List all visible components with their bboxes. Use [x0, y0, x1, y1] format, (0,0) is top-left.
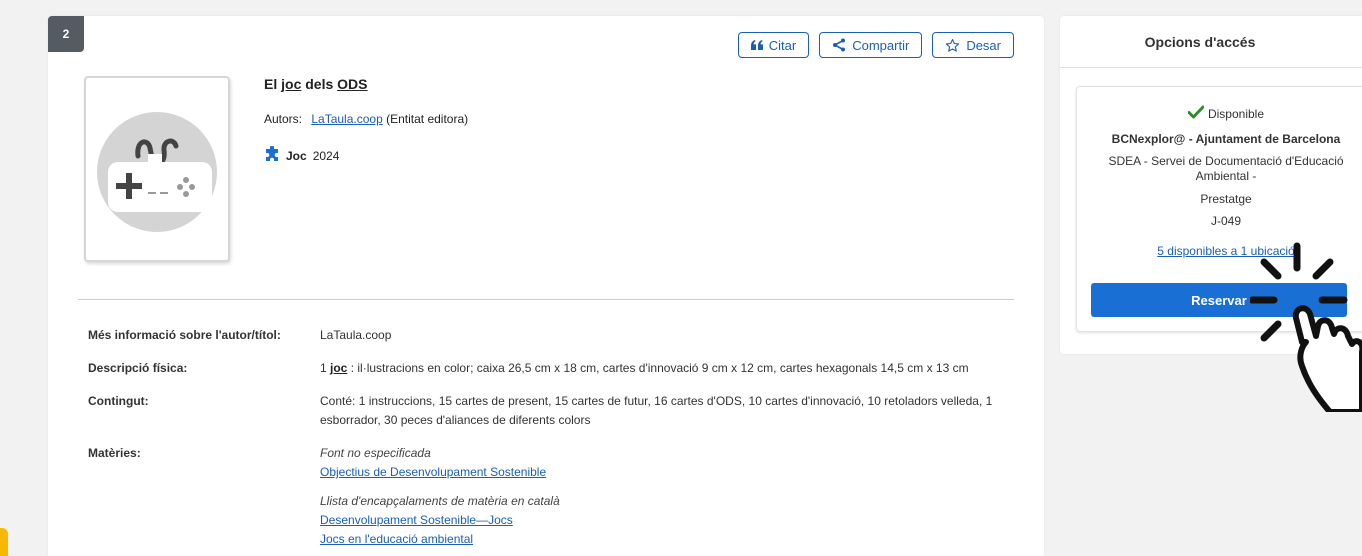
- availability-label: Disponible: [1207, 106, 1265, 121]
- subject-link[interactable]: Objectius de Desenvolupament Sostenible: [320, 463, 1018, 482]
- detail-row-contents: Contingut: Conté: 1 instruccions, 15 car…: [88, 392, 1018, 430]
- detail-value: LaTaula.coop: [320, 328, 392, 342]
- details-table: Més informació sobre l'autor/títol: LaTa…: [88, 326, 1018, 556]
- game-controller-icon: [97, 112, 217, 232]
- subject-link[interactable]: Jocs en l'educació ambiental: [320, 530, 1018, 549]
- access-options-header: Opcions d'accés: [1060, 16, 1362, 68]
- title-link-joc[interactable]: joc: [281, 76, 301, 92]
- material-type: Joc 2024: [264, 145, 340, 165]
- call-number: J-049: [1210, 214, 1242, 228]
- title-text-mid: dels: [301, 76, 338, 92]
- subjects-list: Font no especificada Objectius de Desenv…: [320, 444, 1018, 549]
- publication-year: 2024: [312, 148, 340, 163]
- result-card: 2 Citar Compartir Desar El joc dels ODS …: [48, 16, 1044, 556]
- cite-button[interactable]: Citar: [737, 32, 810, 58]
- share-button[interactable]: Compartir: [819, 32, 923, 58]
- subject-link[interactable]: Desenvolupament Sostenible—Jocs: [320, 511, 1018, 530]
- result-number-badge: 2: [48, 16, 84, 52]
- quote-icon: [750, 40, 763, 50]
- author-role: (Entitat editora): [386, 112, 469, 126]
- physical-description: : il·lustracions en color; caixa 26,5 cm…: [347, 361, 969, 375]
- physical-joc-link[interactable]: joc: [330, 361, 347, 375]
- pointer-hand-icon: [1248, 242, 1362, 415]
- save-label: Desar: [966, 37, 1001, 53]
- physical-prefix: 1: [320, 361, 331, 375]
- subject-source: Llista d'encapçalaments de matèria en ca…: [320, 494, 560, 508]
- share-label: Compartir: [852, 37, 910, 53]
- star-icon: [945, 38, 960, 53]
- detail-row-subjects: Matèries: Font no especificada Objectius…: [88, 444, 1018, 549]
- cover-thumbnail[interactable]: [84, 76, 230, 262]
- puzzle-icon: [264, 145, 280, 165]
- cite-label: Citar: [768, 37, 797, 53]
- detail-row-author-info: Més informació sobre l'autor/títol: LaTa…: [88, 326, 1018, 345]
- detail-label: Més informació sobre l'autor/títol:: [88, 328, 281, 342]
- material-type-label: Joc: [286, 148, 307, 163]
- result-title: El joc dels ODS: [264, 76, 368, 92]
- location-name: SDEA - Servei de Documentació d'Educació…: [1108, 154, 1344, 183]
- share-icon: [832, 38, 846, 52]
- check-icon: [1187, 105, 1205, 122]
- detail-label: Contingut:: [88, 394, 149, 408]
- library-name: BCNexplor@ - Ajuntament de Barcelona: [1111, 132, 1341, 146]
- authors-line: Autors: LaTaula.coop (Entitat editora): [264, 112, 468, 126]
- corner-tab: [0, 528, 8, 556]
- detail-value: Conté: 1 instruccions, 15 cartes de pres…: [320, 394, 993, 427]
- shelf-label: Prestatge: [1200, 192, 1252, 206]
- authors-label: Autors:: [264, 112, 303, 126]
- detail-label: Descripció física:: [88, 361, 188, 375]
- subject-source: Font no especificada: [320, 446, 431, 460]
- title-link-ods[interactable]: ODS: [337, 76, 367, 92]
- divider: [78, 299, 1014, 300]
- result-actions: Citar Compartir Desar: [737, 32, 1014, 58]
- detail-value: 1 joc : il·lustracions en color; caixa 2…: [320, 359, 1018, 378]
- detail-row-physical: Descripció física: 1 joc : il·lustracion…: [88, 359, 1018, 378]
- author-link[interactable]: LaTaula.coop: [311, 112, 382, 126]
- save-button[interactable]: Desar: [932, 32, 1014, 58]
- availability-status: Disponible: [1077, 105, 1362, 122]
- title-text: El: [264, 76, 282, 92]
- detail-label: Matèries:: [88, 446, 141, 460]
